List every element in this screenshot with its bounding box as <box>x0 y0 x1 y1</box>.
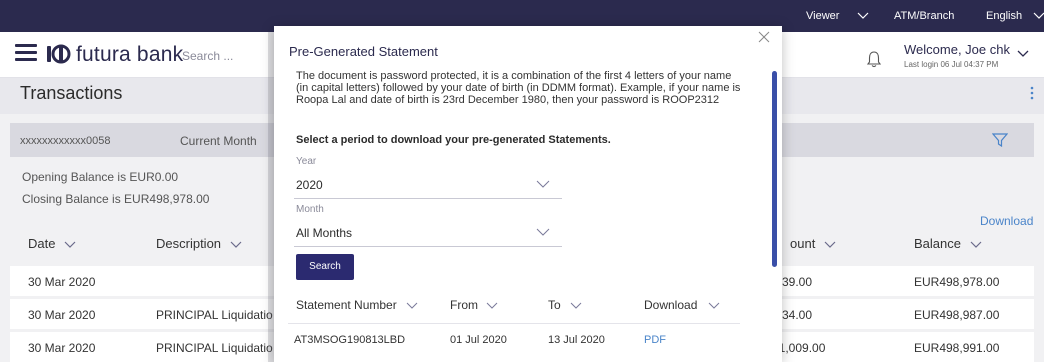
kebab-icon[interactable] <box>1030 86 1034 100</box>
month-select[interactable]: All Months <box>296 226 352 240</box>
row-description: PRINCIPAL Liquidatio <box>156 341 273 355</box>
chevron-down-icon[interactable] <box>536 225 550 239</box>
role-selector[interactable]: Viewer <box>806 10 839 22</box>
chevron-down-icon[interactable] <box>486 299 498 311</box>
chevron-down-icon[interactable] <box>708 299 720 311</box>
modal-scrollbar[interactable] <box>772 71 777 267</box>
statement-from-date: 01 Jul 2020 <box>450 334 507 346</box>
row-divider <box>288 323 740 324</box>
chevron-down-icon[interactable] <box>536 177 550 191</box>
chevron-down-icon[interactable] <box>1016 46 1030 60</box>
column-header-from[interactable]: From <box>450 298 478 312</box>
row-balance: EUR498,978.00 <box>914 275 1000 289</box>
row-amount: 34.00 <box>782 308 813 322</box>
closing-balance: Closing Balance is EUR498,978.00 <box>22 192 210 206</box>
month-label: Month <box>296 204 324 215</box>
column-header-date[interactable]: Date <box>28 236 77 251</box>
search-input[interactable]: Search ... <box>182 49 233 63</box>
modal-title: Pre-Generated Statement <box>289 44 438 59</box>
opening-balance: Opening Balance is EUR0.00 <box>22 170 179 184</box>
hamburger-icon[interactable] <box>15 44 37 62</box>
row-balance: EUR498,987.00 <box>914 308 1000 322</box>
row-amount: 39.00 <box>782 275 813 289</box>
search-button[interactable]: Search <box>296 254 354 280</box>
row-date: 30 Mar 2020 <box>28 275 96 289</box>
location-link[interactable]: ATM/Branch <box>894 10 954 22</box>
column-header-amount[interactable]: ount <box>790 236 837 251</box>
column-header-balance[interactable]: Balance <box>914 236 983 251</box>
chevron-down-icon <box>230 241 242 248</box>
chevron-down-icon[interactable] <box>1032 8 1044 22</box>
page-title: Transactions <box>20 83 123 103</box>
pre-generated-statement-modal: Pre-Generated Statement The document is … <box>274 26 782 362</box>
password-info: The document is password protected, it i… <box>296 70 741 106</box>
statement-to-date: 13 Jul 2020 <box>548 334 605 346</box>
column-header-statement-number[interactable]: Statement Number <box>296 298 397 312</box>
row-date: 30 Mar 2020 <box>28 341 96 355</box>
language-selector[interactable]: English <box>986 10 1022 22</box>
bell-icon[interactable] <box>866 50 882 68</box>
logo-icon <box>47 44 71 64</box>
last-login: Last login 06 Jul 04:37 PM <box>904 60 999 69</box>
column-header-to[interactable]: To <box>548 298 561 312</box>
chevron-down-icon <box>824 241 836 248</box>
close-icon[interactable] <box>758 31 770 43</box>
column-header-description[interactable]: Description <box>156 236 243 251</box>
brand-name: futura bank <box>76 43 184 66</box>
chevron-down-icon[interactable] <box>406 299 418 311</box>
year-label: Year <box>296 156 317 167</box>
chevron-down-icon <box>970 241 982 248</box>
month-underline <box>294 246 562 247</box>
welcome-text[interactable]: Welcome, Joe chk <box>904 42 1010 57</box>
account-number: xxxxxxxxxxxx0058 <box>20 135 111 147</box>
row-balance: EUR498,991.00 <box>914 341 1000 355</box>
download-link[interactable]: Download <box>980 214 1033 228</box>
period-prompt: Select a period to download your pre-gen… <box>296 134 611 146</box>
period-filter[interactable]: Current Month <box>180 134 257 148</box>
filter-icon[interactable] <box>992 133 1008 147</box>
chevron-down-icon <box>64 241 76 248</box>
chevron-down-icon[interactable] <box>570 299 582 311</box>
row-description: PRINCIPAL Liquidatio <box>156 308 273 322</box>
pdf-download-link[interactable]: PDF <box>644 334 666 346</box>
column-header-download[interactable]: Download <box>644 298 697 312</box>
row-date: 30 Mar 2020 <box>28 308 96 322</box>
year-underline <box>294 198 562 199</box>
statement-number: AT3MSOG190813LBD <box>294 334 406 346</box>
year-select[interactable]: 2020 <box>296 178 323 192</box>
chevron-down-icon[interactable] <box>856 8 870 22</box>
